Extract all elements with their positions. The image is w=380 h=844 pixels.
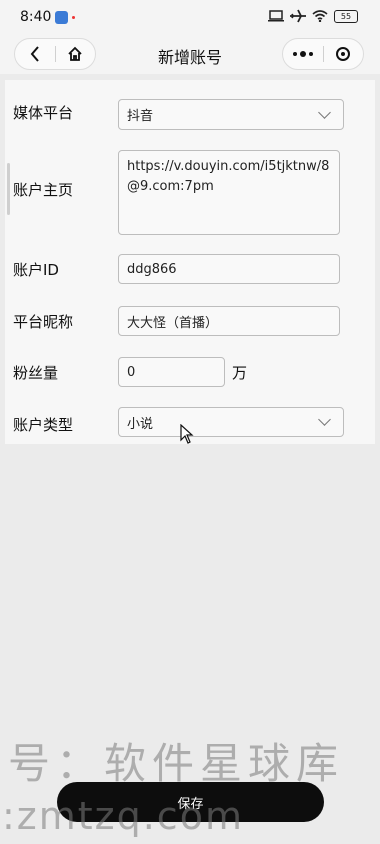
nav-capsule-right <box>282 38 364 70</box>
platform-select[interactable]: 抖音 <box>118 99 344 130</box>
status-icons: 55 <box>268 9 358 23</box>
homepage-label: 账户主页 <box>13 181 74 199</box>
followers-label: 粉丝量 <box>13 364 59 382</box>
airplane-icon <box>290 9 306 23</box>
account-id-label: 账户ID <box>13 261 59 279</box>
followers-input[interactable]: 0 <box>118 357 225 387</box>
account-type-value: 小说 <box>127 416 154 432</box>
chevron-down-icon <box>318 105 331 119</box>
nav-bar: 新增账号 <box>0 34 380 74</box>
target-icon <box>336 47 351 61</box>
laptop-icon <box>268 10 284 22</box>
account-id-value: ddg866 <box>127 261 177 277</box>
more-icon <box>292 50 313 57</box>
more-button[interactable] <box>283 39 323 69</box>
scroll-indicator <box>7 163 10 215</box>
account-id-input[interactable]: ddg866 <box>118 254 340 284</box>
followers-value: 0 <box>127 364 136 380</box>
platform-value: 抖音 <box>127 109 154 124</box>
nickname-value: 大大怪（首播） <box>127 315 219 331</box>
mouse-cursor-icon <box>180 424 194 444</box>
status-time: 8:40 <box>20 9 52 25</box>
wifi-icon <box>312 10 328 22</box>
chevron-down-icon <box>318 413 331 426</box>
account-type-label: 账户类型 <box>13 416 74 434</box>
status-bar: 8:40 55 <box>0 0 380 34</box>
app-notification-icon <box>55 11 68 24</box>
homepage-value: https://v.douyin.com/i5tjktnw/8@9.com:7p… <box>127 159 330 194</box>
notification-dot-icon <box>72 16 75 19</box>
nickname-input[interactable]: 大大怪（首播） <box>118 306 340 336</box>
nickname-label: 平台昵称 <box>13 313 74 331</box>
close-miniprogram-button[interactable] <box>324 39 364 69</box>
watermark-url: :zmtzq.com <box>2 794 244 838</box>
battery-icon: 55 <box>334 9 358 23</box>
platform-label: 媒体平台 <box>13 104 74 122</box>
followers-unit: 万 <box>232 364 248 382</box>
homepage-textarea[interactable]: https://v.douyin.com/i5tjktnw/8@9.com:7p… <box>118 150 340 235</box>
account-type-select[interactable]: 小说 <box>118 407 344 437</box>
